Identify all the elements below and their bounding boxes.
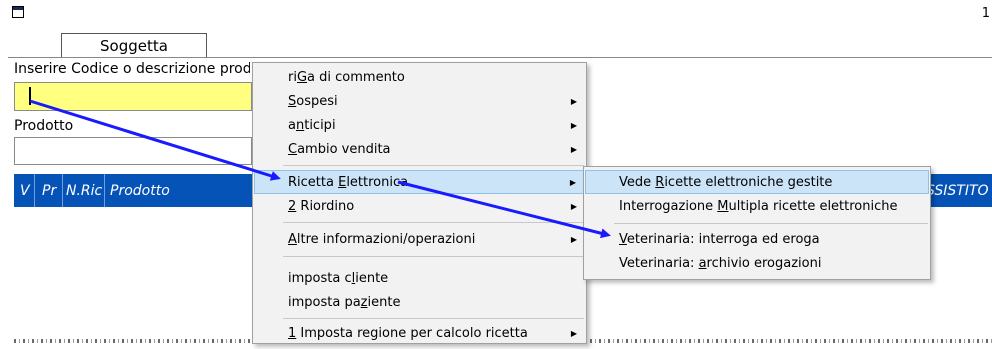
- arrow-to-veterinaria: [397, 180, 611, 239]
- annotation-arrows: [29, 99, 611, 239]
- arrow-to-ricetta-elettronica: [29, 99, 281, 181]
